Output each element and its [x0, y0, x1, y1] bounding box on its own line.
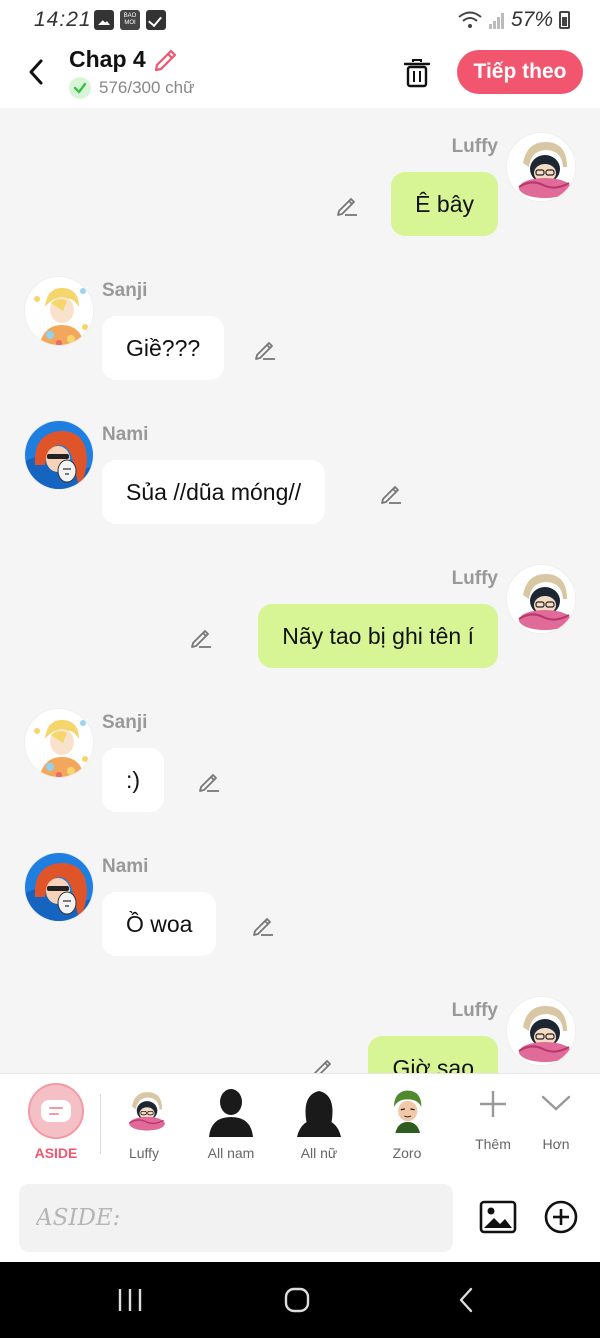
back-button[interactable] [18, 54, 54, 90]
character-label: ASIDE [34, 1145, 78, 1161]
avatar-zoro [383, 1084, 431, 1134]
more-characters-button[interactable]: Hơn [530, 1074, 582, 1174]
chat-area[interactable]: Luffy Ê bây Sanji Giề??? Nami Sủa //dũa … [0, 108, 600, 1073]
sender-name: Nami [102, 856, 149, 877]
avatar-nami[interactable] [24, 420, 94, 490]
image-icon [479, 1200, 517, 1234]
sender-name: Nami [102, 424, 149, 445]
character-label: Thêm [475, 1136, 511, 1152]
character-aside[interactable]: ASIDE [0, 1074, 112, 1174]
word-count: 576/300 chữ [99, 78, 195, 97]
sender-name: Luffy [451, 1000, 498, 1021]
battery-icon [559, 11, 570, 29]
avatar-luffy[interactable] [506, 564, 576, 634]
edit-icon[interactable] [334, 192, 360, 218]
divider [100, 1094, 101, 1154]
signal-icon [488, 13, 504, 29]
edit-icon[interactable] [252, 336, 278, 362]
chapter-header: Chap 4 576/300 chữ Tiếp theo [0, 40, 600, 108]
status-right: 57% [457, 8, 570, 32]
trash-icon [403, 59, 431, 88]
add-circle-icon [544, 1200, 578, 1234]
delete-button[interactable] [398, 54, 436, 92]
status-time: 14:21 [34, 8, 92, 31]
gallery-notification-icon [94, 10, 114, 30]
sender-name: Luffy [451, 568, 498, 589]
avatar-sanji[interactable] [24, 276, 94, 346]
baomoi-notification-icon [120, 10, 140, 30]
back-icon [29, 59, 43, 85]
recents-button[interactable] [110, 1280, 150, 1320]
edit-icon[interactable] [188, 624, 214, 650]
task-notification-icon [146, 10, 166, 30]
sender-name: Sanji [102, 280, 148, 301]
home-icon [284, 1287, 310, 1313]
message-bubble[interactable]: Ồ woa [102, 892, 217, 956]
avatar-sanji[interactable] [24, 708, 94, 778]
character-label: Luffy [128, 1145, 160, 1161]
character-luffy[interactable]: Luffy [112, 1074, 176, 1174]
compose-row [0, 1173, 600, 1262]
add-character-button[interactable]: Thêm [464, 1074, 522, 1174]
pencil-icon[interactable] [152, 45, 180, 73]
status-bar: 14:21 57% [0, 0, 600, 40]
title-block: Chap 4 576/300 chữ [69, 45, 195, 99]
home-button[interactable] [277, 1280, 317, 1320]
character-bar: ASIDE Luffy All nam All nữ Zoro Thêm Hơn [0, 1073, 600, 1173]
recents-icon [118, 1289, 142, 1311]
aside-icon [28, 1083, 84, 1139]
avatar-luffy [121, 1086, 169, 1134]
male-silhouette-icon [209, 1089, 253, 1137]
chevron-down-icon [541, 1095, 571, 1111]
message-bubble[interactable]: Nãy tao bị ghi tên í [258, 604, 498, 668]
system-nav-bar [0, 1262, 600, 1338]
next-button[interactable]: Tiếp theo [457, 50, 583, 94]
sender-name: Luffy [451, 136, 498, 157]
message-bubble[interactable]: Giờ sao [368, 1036, 498, 1073]
character-zoro[interactable]: Zoro [372, 1074, 442, 1174]
battery-percent: 57% [510, 8, 553, 31]
system-back-button[interactable] [446, 1280, 486, 1320]
attach-image-button[interactable] [478, 1197, 518, 1237]
message-bubble[interactable]: Ê bây [391, 172, 498, 236]
edit-icon[interactable] [250, 912, 276, 938]
check-icon [69, 77, 91, 99]
message-bubble[interactable]: :) [102, 748, 165, 812]
character-all-male[interactable]: All nam [196, 1074, 266, 1174]
message-input[interactable] [19, 1184, 453, 1252]
edit-icon[interactable] [378, 480, 404, 506]
sender-name: Sanji [102, 712, 148, 733]
character-label: All nam [207, 1145, 255, 1161]
chapter-title: Chap 4 [69, 45, 146, 72]
add-button[interactable] [543, 1199, 579, 1235]
character-label: Hơn [542, 1136, 570, 1152]
female-silhouette-icon [297, 1091, 341, 1137]
wifi-icon [458, 11, 482, 28]
plus-icon [480, 1091, 506, 1117]
character-label: All nữ [300, 1145, 338, 1161]
edit-icon[interactable] [310, 1054, 336, 1073]
nav-back-icon [459, 1287, 473, 1313]
avatar-luffy[interactable] [506, 132, 576, 202]
avatar-luffy[interactable] [506, 996, 576, 1066]
avatar-nami[interactable] [24, 852, 94, 922]
message-bubble[interactable]: Giề??? [102, 316, 225, 380]
character-label: Zoro [392, 1145, 422, 1161]
edit-icon[interactable] [196, 768, 222, 794]
message-bubble[interactable]: Sủa //dũa móng// [102, 460, 326, 524]
character-all-female[interactable]: All nữ [284, 1074, 354, 1174]
